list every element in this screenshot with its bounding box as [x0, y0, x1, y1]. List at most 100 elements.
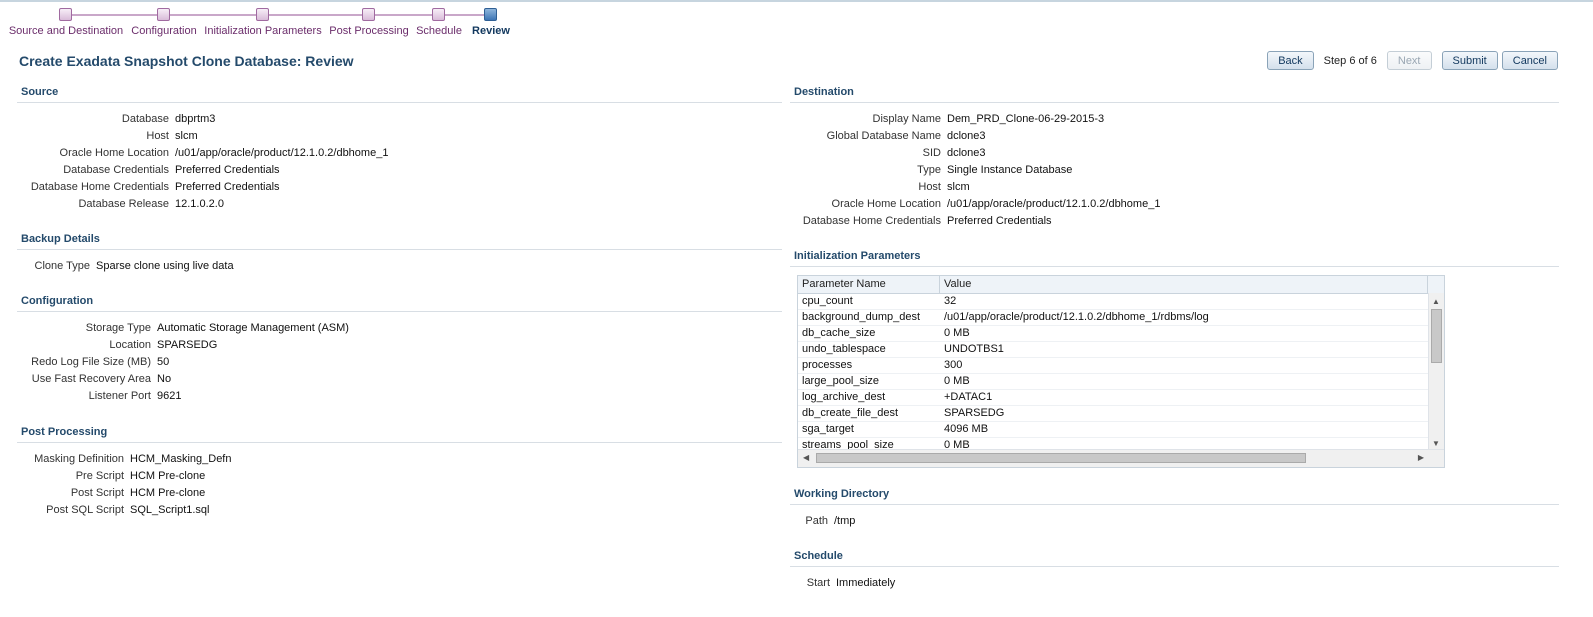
- table-row[interactable]: undo_tablespace UNDOTBS1: [798, 342, 1444, 358]
- param-name: background_dump_dest: [802, 311, 921, 323]
- field-label: Display Name: [872, 113, 941, 125]
- table-row[interactable]: background_dump_dest/u01/app/oracle/prod…: [798, 310, 1444, 326]
- post-processing-heading: Post Processing: [17, 426, 782, 443]
- train-node-icon[interactable]: [256, 8, 269, 21]
- train-node-icon[interactable]: [157, 8, 170, 21]
- field-label: Masking Definition: [34, 453, 124, 465]
- field-label: Global Database Name: [826, 130, 941, 142]
- working-directory-section: Working Directory Path/tmp: [790, 488, 1559, 530]
- field-row: Listener Port 9621: [17, 388, 782, 405]
- param-value: 0 MB: [944, 375, 970, 387]
- field-value: Preferred Credentials: [175, 181, 280, 193]
- step-indicator: Step 6 of 6: [1323, 54, 1377, 67]
- field-label: Listener Port: [88, 390, 151, 402]
- field-label: Host: [918, 181, 941, 193]
- field-value: dclone3: [947, 130, 986, 142]
- column-header-parameter-name[interactable]: Parameter Name: [798, 276, 940, 293]
- field-row: Database Home Credentials Preferred Crede…: [17, 179, 782, 196]
- schedule-section: Schedule Start Immediately: [790, 550, 1559, 592]
- train-step-label[interactable]: Source and Destination: [9, 25, 123, 37]
- field-label: Use Fast Recovery Area: [31, 373, 151, 385]
- field-value: SPARSEDG: [157, 339, 218, 351]
- working-directory-fields: Path/tmp: [790, 513, 1559, 530]
- train-current-node-icon: [484, 8, 497, 21]
- table-row[interactable]: db_cache_size 0 MB: [798, 326, 1444, 342]
- param-name: undo_tablespace: [802, 343, 886, 355]
- field-value: SQL_Script1.sql: [130, 504, 210, 516]
- field-row: Redo Log File Size (MB) 50: [17, 354, 782, 371]
- scroll-down-arrow-icon[interactable]: ▼: [1432, 439, 1440, 448]
- table-row[interactable]: log_archive_dest +DATAC1: [798, 390, 1444, 406]
- field-row: Post SQL Script SQL_Script1.sql: [17, 502, 782, 519]
- init-params-section: Initialization Parameters: [790, 250, 1559, 267]
- source-fields: Database dbprtm3 Host slcm Oracle Home Loc…: [17, 111, 782, 213]
- backup-heading: Backup Details: [17, 233, 782, 250]
- post-processing-fields: Masking Definition HCM_Masking_Defn Pre S…: [17, 451, 782, 519]
- train-node-icon[interactable]: [432, 8, 445, 21]
- configuration-heading: Configuration: [17, 295, 782, 312]
- field-value: 9621: [157, 390, 182, 402]
- train-step-label[interactable]: Initialization Parameters: [204, 25, 321, 37]
- train-step-label[interactable]: Post Processing: [329, 25, 408, 37]
- field-label: Oracle Home Location: [59, 147, 169, 159]
- field-value: slcm: [947, 181, 970, 193]
- field-label: Storage Type: [85, 322, 151, 334]
- field-row: Oracle Home Location/u01/app/oracle/prod…: [790, 196, 1559, 213]
- back-button[interactable]: Back: [1267, 51, 1314, 70]
- horizontal-scrollbar[interactable]: ◀ ▶: [798, 449, 1444, 467]
- source-section: Source Database dbprtm3 Host slcm Oracle H…: [17, 86, 782, 213]
- train-step-label[interactable]: Configuration: [131, 25, 196, 37]
- field-value: HCM Pre-clone: [130, 487, 206, 499]
- scroll-left-arrow-icon[interactable]: ◀: [803, 453, 809, 462]
- field-label: Type: [917, 164, 941, 176]
- destination-fields: Display Name Dem_PRD_Clone-06-29-2015-3 G…: [790, 111, 1559, 230]
- table-row[interactable]: sga_target 4096 MB: [798, 422, 1444, 438]
- field-label: Database: [121, 113, 169, 125]
- backup-section: Backup Details Clone Type Sparse clone us…: [17, 233, 782, 275]
- param-value: UNDOTBS1: [944, 343, 1004, 355]
- field-value: No: [157, 373, 172, 385]
- page-title: Create Exadata Snapshot Clone Database: …: [19, 53, 354, 69]
- field-label: Database Credentials: [63, 164, 169, 176]
- field-row: Database Home Credentials Preferred Crede…: [790, 213, 1559, 230]
- schedule-fields: Start Immediately: [790, 575, 1559, 592]
- param-name: large_pool_size: [802, 375, 880, 387]
- destination-heading: Destination: [790, 86, 1559, 103]
- param-value: 0 MB: [944, 327, 970, 339]
- train-node-icon[interactable]: [59, 8, 72, 21]
- field-row: Clone Type Sparse clone using live data: [17, 258, 782, 275]
- field-value: /u01/app/oracle/product/12.1.0.2/dbhome_…: [947, 198, 1161, 210]
- submit-button[interactable]: Submit: [1441, 51, 1498, 70]
- field-value: Dem_PRD_Clone-06-29-2015-3: [947, 113, 1105, 125]
- field-label: Location: [109, 339, 151, 351]
- table-row[interactable]: db_create_file_dest SPARSEDG: [798, 406, 1444, 422]
- field-label: Pre Script: [75, 470, 124, 482]
- column-header-value[interactable]: Value: [940, 276, 1428, 293]
- field-label: Start: [806, 577, 830, 589]
- table-row[interactable]: cpu_count 32: [798, 294, 1444, 310]
- field-value: 50: [157, 356, 170, 368]
- train-step-label[interactable]: Schedule: [416, 25, 462, 37]
- scroll-right-arrow-icon[interactable]: ▶: [1418, 453, 1424, 462]
- action-bar: Back Step 6 of 6 Next Submit Cancel: [1267, 51, 1558, 70]
- param-name: db_cache_size: [802, 327, 876, 339]
- field-row: Display Name Dem_PRD_Clone-06-29-2015-3: [790, 111, 1559, 128]
- field-value: dclone3: [947, 147, 986, 159]
- field-row: Post Script HCM Pre-clone: [17, 485, 782, 502]
- param-name: cpu_count: [802, 295, 853, 307]
- table-row[interactable]: processes 300: [798, 358, 1444, 374]
- field-value: Sparse clone using live data: [96, 260, 234, 272]
- field-label: Post SQL Script: [46, 504, 124, 516]
- train-node-icon[interactable]: [362, 8, 375, 21]
- field-value: /tmp: [834, 515, 856, 527]
- field-row: Database Credentials Preferred Credential…: [17, 162, 782, 179]
- vertical-scroll-thumb[interactable]: [1431, 309, 1442, 363]
- scroll-up-arrow-icon[interactable]: ▲: [1432, 297, 1440, 306]
- param-name: sga_target: [802, 423, 854, 435]
- table-row[interactable]: large_pool_size 0 MB: [798, 374, 1444, 390]
- vertical-scrollbar[interactable]: ▲ ▼: [1428, 293, 1444, 450]
- cancel-button[interactable]: Cancel: [1501, 51, 1558, 70]
- field-value: Preferred Credentials: [947, 215, 1052, 227]
- next-button[interactable]: Next: [1386, 51, 1432, 70]
- horizontal-scroll-thumb[interactable]: [816, 453, 1306, 463]
